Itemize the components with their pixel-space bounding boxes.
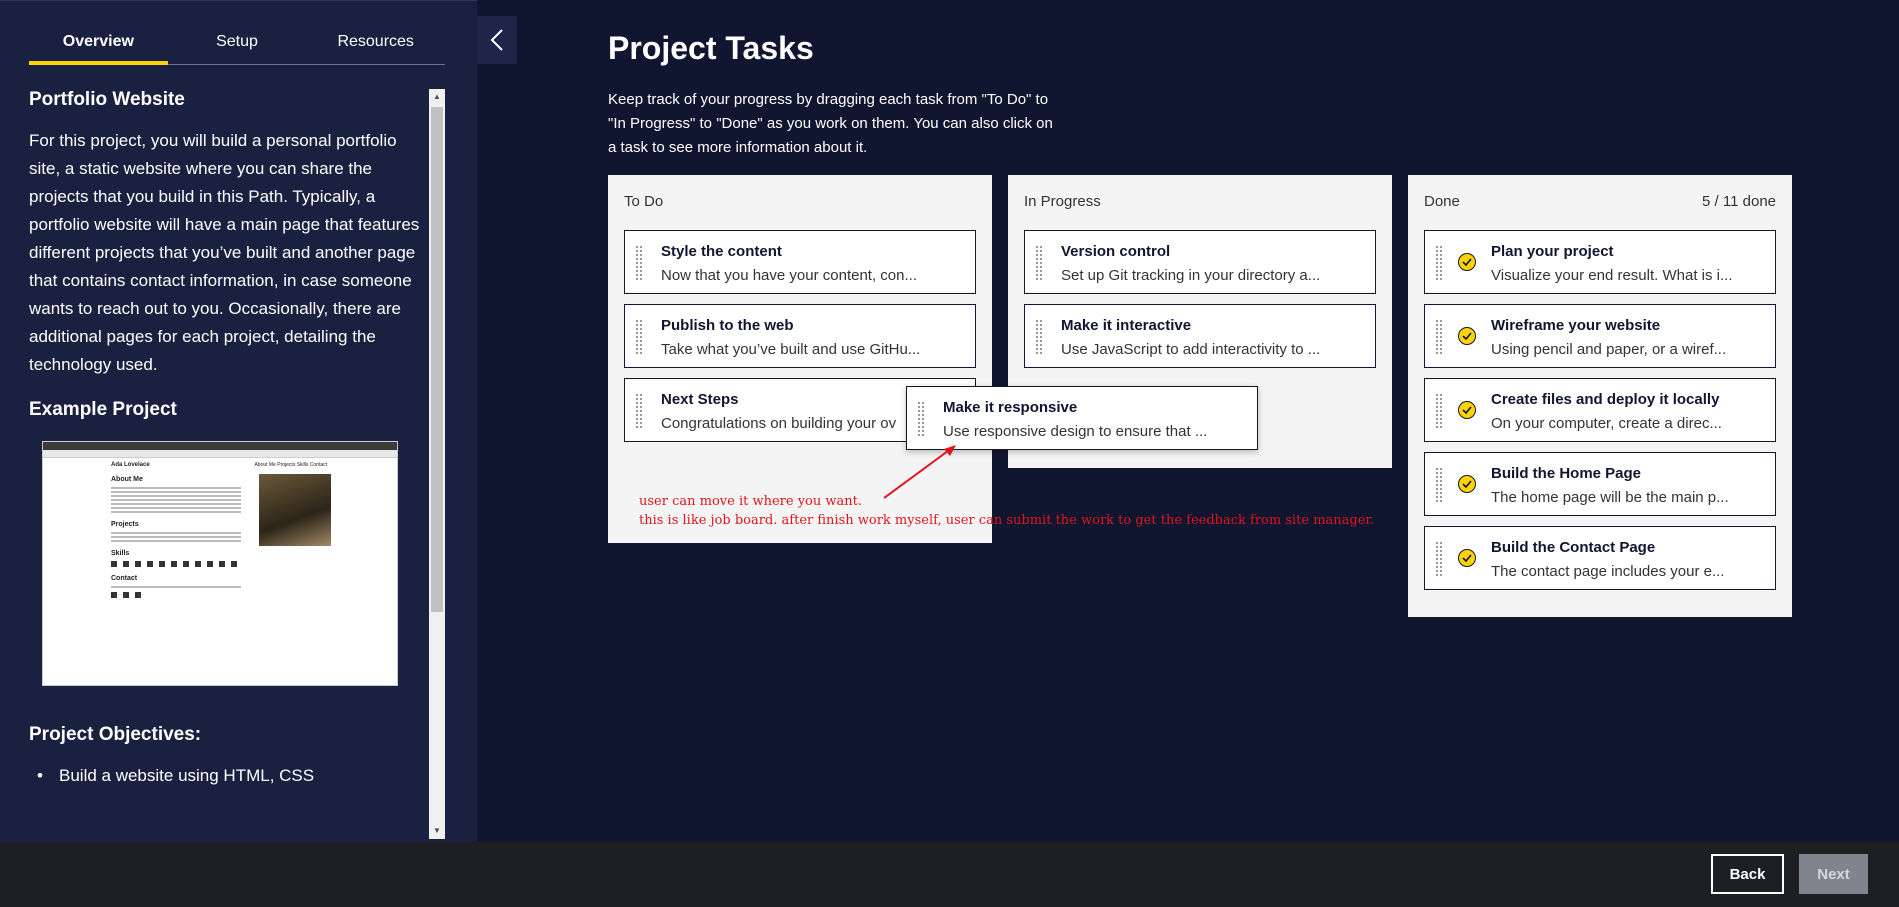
- task-card[interactable]: Style the content Now that you have your…: [624, 230, 976, 294]
- task-desc: Now that you have your content, con...: [661, 267, 917, 284]
- task-desc: Set up Git tracking in your directory a.…: [1061, 267, 1321, 284]
- mock-skill-icons: [111, 561, 329, 567]
- back-button[interactable]: Back: [1711, 854, 1784, 894]
- sidebar-scrollbar[interactable]: ▲ ▼: [429, 89, 445, 839]
- tab-setup[interactable]: Setup: [168, 25, 307, 64]
- column-label: To Do: [624, 193, 664, 210]
- objectives-title: Project Objectives:: [29, 724, 202, 745]
- collapse-panel-button[interactable]: [477, 16, 517, 64]
- footer-bar: Back Next: [0, 842, 1899, 907]
- task-card[interactable]: Build the Home Page The home page will b…: [1424, 452, 1776, 516]
- task-title: Build the Contact Page: [1491, 539, 1656, 556]
- left-panel: Overview Setup Resources Portfolio Websi…: [0, 0, 477, 842]
- task-title: Make it interactive: [1061, 317, 1192, 334]
- task-desc: Use responsive design to ensure that ...: [943, 423, 1208, 440]
- mock-text-line: [111, 507, 241, 509]
- task-title: Plan your project: [1491, 243, 1614, 260]
- tab-resources[interactable]: Resources: [306, 25, 445, 64]
- drag-handle-icon[interactable]: [1435, 245, 1443, 281]
- task-desc: Visualize your end result. What is i...: [1491, 267, 1733, 284]
- task-desc: The contact page includes your e...: [1491, 563, 1725, 580]
- drag-handle-icon[interactable]: [1435, 541, 1443, 577]
- drag-handle-icon[interactable]: [1035, 319, 1043, 355]
- annotation-line-1: user can move it where you want.: [639, 494, 862, 509]
- task-desc: Take what you’ve built and use GitHu...: [661, 341, 921, 358]
- column-label: Done: [1424, 193, 1460, 210]
- scroll-down-icon[interactable]: ▼: [429, 823, 445, 839]
- drag-handle-icon[interactable]: [1435, 467, 1443, 503]
- checkmark-icon: [1458, 253, 1476, 271]
- task-card[interactable]: Plan your project Visualize your end res…: [1424, 230, 1776, 294]
- drag-handle-icon[interactable]: [635, 245, 643, 281]
- task-title: Publish to the web: [661, 317, 794, 334]
- scroll-up-icon[interactable]: ▲: [429, 89, 445, 105]
- mock-text-line: [111, 499, 241, 501]
- section-title: Portfolio Website: [29, 89, 185, 110]
- task-desc: Use JavaScript to add interactivity to .…: [1061, 341, 1321, 358]
- project-description: For this project, you will build a perso…: [29, 131, 420, 374]
- drag-handle-icon[interactable]: [1035, 245, 1043, 281]
- column-done: Done 5 / 11 done Plan your project Visua…: [1408, 175, 1792, 617]
- drag-handle-icon[interactable]: [635, 319, 643, 355]
- task-title: Create files and deploy it locally: [1491, 391, 1720, 408]
- example-project-image: Ada Lovelace About Me Projects Skills Co…: [42, 441, 398, 686]
- chevron-left-icon: [490, 29, 503, 51]
- objective-item: Build a website using HTML, CSS: [29, 766, 429, 786]
- mock-contact-heading: Contact: [111, 575, 138, 582]
- annotation-line-2: this is like job board. after finish wor…: [639, 513, 1375, 528]
- scrollbar-thumb[interactable]: [431, 107, 443, 612]
- task-card[interactable]: Wireframe your website Using pencil and …: [1424, 304, 1776, 368]
- drag-handle-icon[interactable]: [635, 393, 643, 429]
- checkmark-icon: [1458, 327, 1476, 345]
- task-desc: The home page will be the main p...: [1491, 489, 1729, 506]
- mock-text-line: [111, 532, 241, 534]
- task-title: Next Steps: [661, 391, 739, 408]
- task-desc: On your computer, create a direc...: [1491, 415, 1722, 432]
- task-title: Wireframe your website: [1491, 317, 1661, 334]
- mock-text-line: [111, 503, 241, 505]
- task-card[interactable]: Publish to the web Take what you’ve buil…: [624, 304, 976, 368]
- task-title: Make it responsive: [943, 399, 1078, 416]
- task-card[interactable]: Create files and deploy it locally On yo…: [1424, 378, 1776, 442]
- checkmark-icon: [1458, 475, 1476, 493]
- done-count: 5 / 11 done: [1702, 193, 1776, 210]
- mock-nav: About Me Projects Skills Contact: [254, 462, 327, 468]
- mock-text-line: [111, 487, 241, 489]
- checkmark-icon: [1458, 549, 1476, 567]
- tab-overview[interactable]: Overview: [29, 25, 168, 65]
- tab-bar: Overview Setup Resources: [29, 25, 445, 65]
- mock-text-line: [111, 536, 241, 538]
- mock-text-line: [111, 540, 241, 542]
- task-title: Style the content: [661, 243, 782, 260]
- task-card[interactable]: Make it interactive Use JavaScript to ad…: [1024, 304, 1376, 368]
- column-label: In Progress: [1024, 193, 1101, 210]
- mock-contact-icons: [111, 592, 329, 598]
- drag-handle-icon[interactable]: [1435, 319, 1443, 355]
- mock-text-line: [111, 495, 241, 497]
- page-title: Project Tasks: [608, 30, 814, 66]
- task-title: Build the Home Page: [1491, 465, 1642, 482]
- task-card[interactable]: Version control Set up Git tracking in y…: [1024, 230, 1376, 294]
- drag-handle-icon[interactable]: [1435, 393, 1443, 429]
- page-description: Keep track of your progress by dragging …: [608, 91, 1053, 156]
- overview-content: Portfolio Website For this project, you …: [29, 89, 429, 839]
- mock-page: Ada Lovelace About Me Projects Skills Co…: [43, 458, 397, 606]
- checkmark-icon: [1458, 401, 1476, 419]
- task-card[interactable]: Build the Contact Page The contact page …: [1424, 526, 1776, 590]
- mock-text-line: [111, 491, 241, 493]
- task-desc: Using pencil and paper, or a wiref...: [1491, 341, 1727, 358]
- example-title: Example Project: [29, 399, 177, 420]
- mock-skills-heading: Skills: [111, 550, 130, 557]
- browser-titlebar: [43, 442, 397, 450]
- mock-text-line: [111, 586, 241, 588]
- drag-handle-icon[interactable]: [917, 401, 925, 437]
- portrait-image: [259, 474, 331, 546]
- browser-addressbar: [43, 450, 397, 458]
- next-button[interactable]: Next: [1799, 854, 1868, 894]
- annotation-arrow-icon: [883, 445, 956, 499]
- task-title: Version control: [1061, 243, 1171, 260]
- mock-text-line: [111, 511, 241, 513]
- task-desc: Congratulations on building your ov: [661, 415, 897, 432]
